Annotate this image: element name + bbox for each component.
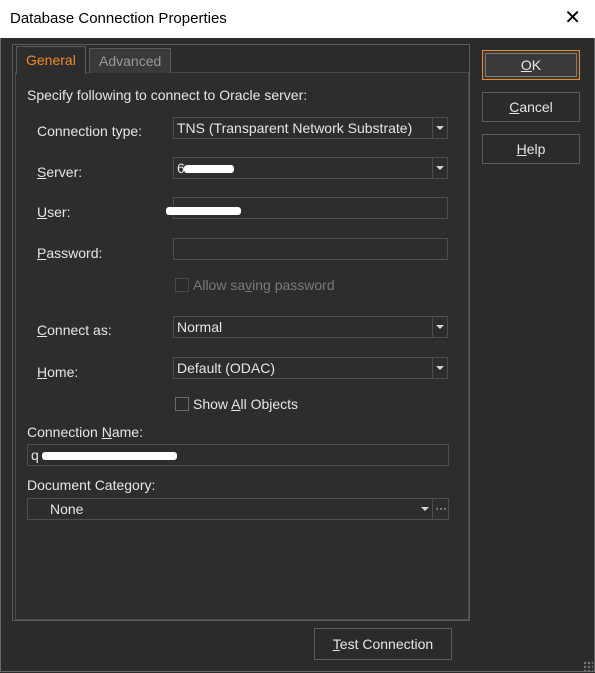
user-input[interactable] (166, 197, 448, 219)
chevron-down-icon[interactable] (432, 358, 447, 378)
show-all-objects-checkbox[interactable] (175, 397, 189, 411)
test-connection-button[interactable]: Test Connection (314, 628, 452, 660)
resize-grip-icon[interactable] (583, 661, 593, 671)
connection-name-input[interactable]: q (27, 444, 449, 466)
chevron-down-icon[interactable] (432, 317, 447, 337)
window-title: Database Connection Properties (10, 10, 227, 27)
password-input[interactable] (173, 238, 448, 260)
connection-type-value: TNS (Transparent Network Substrate) (177, 120, 413, 136)
connection-type-select[interactable]: TNS (Transparent Network Substrate) (173, 117, 448, 139)
connection-name-value: q (31, 447, 39, 463)
close-icon[interactable]: ✕ (564, 8, 581, 28)
ok-button[interactable]: OK (482, 50, 580, 80)
title-bar: Database Connection Properties ✕ (0, 0, 595, 38)
tab-general[interactable]: General (16, 46, 86, 74)
show-all-objects-label: Show All Objects (193, 396, 299, 412)
connect-as-value: Normal (177, 319, 223, 335)
document-category-select[interactable]: None (27, 498, 449, 520)
server-label: Server: (37, 164, 83, 180)
home-label: Home: (37, 364, 79, 380)
redaction-mark (166, 207, 241, 215)
chevron-down-icon[interactable] (432, 158, 447, 178)
chevron-down-icon[interactable] (432, 118, 447, 138)
home-value: Default (ODAC) (177, 360, 276, 376)
redaction-mark (42, 452, 177, 460)
home-select[interactable]: Default (ODAC) (173, 357, 448, 379)
cancel-button[interactable]: Cancel (482, 92, 580, 122)
connection-type-label: Connection type: (37, 123, 143, 139)
user-label: User: (37, 204, 71, 220)
document-category-label: Document Category: (27, 477, 156, 493)
chevron-down-icon[interactable] (418, 499, 432, 519)
connect-as-label: Connect as: (37, 322, 112, 338)
allow-saving-label: Allow saving password (193, 277, 335, 293)
document-category-value: None (50, 501, 84, 517)
help-button[interactable]: Help (482, 134, 580, 164)
general-panel (15, 72, 469, 620)
connect-as-select[interactable]: Normal (173, 316, 448, 338)
allow-saving-checkbox[interactable] (175, 278, 189, 292)
tab-advanced[interactable]: Advanced (89, 48, 172, 73)
connection-name-label: Connection Name: (27, 424, 143, 440)
password-label: Password: (37, 245, 103, 261)
redaction-mark (184, 165, 234, 173)
intro-text: Specify following to connect to Oracle s… (27, 87, 308, 103)
more-options-button[interactable]: ··· (432, 498, 449, 520)
server-select[interactable]: 6 (173, 157, 448, 179)
